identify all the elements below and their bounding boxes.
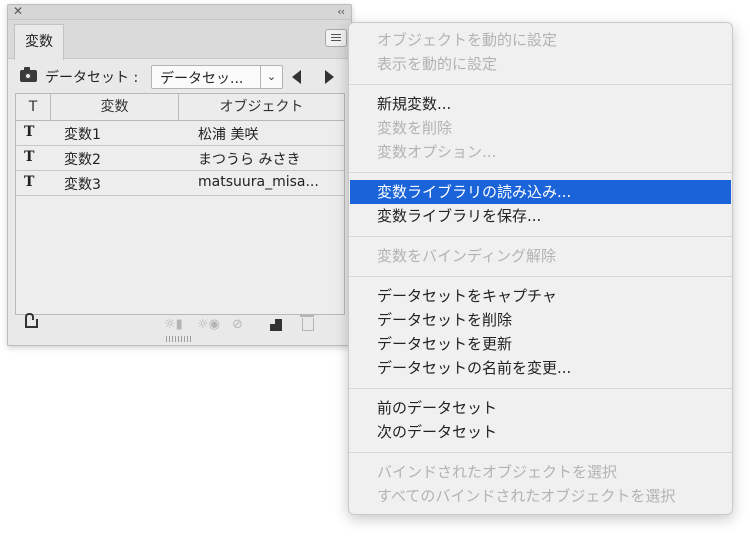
column-header-object[interactable]: オブジェクト — [179, 94, 344, 120]
menu-item-update-dataset[interactable]: データセットを更新 — [350, 332, 731, 356]
menu-item-make-object-dynamic[interactable]: オブジェクトを動的に設定 — [350, 28, 731, 52]
column-header-variable[interactable]: 変数 — [51, 94, 179, 120]
menu-item-delete-variable[interactable]: 変数を削除 — [350, 116, 731, 140]
menu-separator — [349, 84, 732, 85]
bound-object: matsuura_misa... — [198, 174, 319, 190]
table-row[interactable]: T 変数2 まつうら みさき — [16, 146, 344, 171]
tab-row: 変数 — [8, 20, 351, 60]
make-object-dynamic-icon[interactable]: ☼▮ — [164, 318, 183, 332]
dataset-select-value: データセッ... — [160, 71, 244, 87]
unlink-icon[interactable]: ⊘ — [232, 318, 243, 332]
column-header-type[interactable]: T — [16, 94, 51, 120]
bound-object: 松浦 美咲 — [198, 127, 259, 143]
menu-item-new-variable[interactable]: 新規変数... — [350, 92, 731, 116]
menu-separator — [349, 172, 732, 173]
text-type-icon: T — [24, 149, 35, 165]
tab-variables[interactable]: 変数 — [14, 24, 64, 60]
variables-panel: ✕ ‹‹ 変数 データセット : データセッ... ⌄ T 変数 オブジェクト … — [7, 4, 352, 346]
next-dataset-icon[interactable] — [325, 70, 334, 84]
menu-item-save-variable-library[interactable]: 変数ライブラリを保存... — [350, 204, 731, 228]
text-type-icon: T — [24, 124, 35, 140]
menu-item-previous-dataset[interactable]: 前のデータセット — [350, 396, 731, 420]
menu-item-load-variable-library[interactable]: 変数ライブラリの読み込み... — [350, 180, 731, 204]
menu-separator — [349, 276, 732, 277]
trash-icon[interactable] — [300, 315, 314, 331]
table-row[interactable]: T 変数3 matsuura_misa... — [16, 171, 344, 196]
variable-name: 変数1 — [64, 127, 101, 143]
variable-name: 変数2 — [64, 152, 101, 168]
menu-item-select-all-bound-objects[interactable]: すべてのバインドされたオブジェクトを選択 — [350, 484, 731, 508]
dataset-select[interactable]: データセッ... ⌄ — [151, 65, 283, 89]
dataset-label: データセット : — [45, 70, 139, 86]
menu-item-delete-dataset[interactable]: データセットを削除 — [350, 308, 731, 332]
collapse-icon[interactable]: ‹‹ — [337, 4, 345, 19]
panel-menu-button[interactable] — [325, 29, 347, 47]
close-icon[interactable]: ✕ — [13, 4, 23, 19]
menu-separator — [349, 388, 732, 389]
resize-grip[interactable] — [166, 336, 192, 342]
menu-separator — [349, 236, 732, 237]
text-type-icon: T — [24, 174, 35, 190]
panel-flyout-menu: オブジェクトを動的に設定 表示を動的に設定 新規変数... 変数を削除 変数オプ… — [348, 22, 733, 515]
menu-item-next-dataset[interactable]: 次のデータセット — [350, 420, 731, 444]
menu-item-variable-options[interactable]: 変数オプション... — [350, 140, 731, 164]
dataset-row: データセット : データセッ... ⌄ — [20, 65, 345, 89]
make-visibility-dynamic-icon[interactable]: ☼◉ — [197, 318, 220, 332]
unlock-icon[interactable] — [25, 313, 38, 328]
variables-table: T 変数 オブジェクト T 変数1 松浦 美咲 T 変数2 まつうら みさき T… — [15, 93, 345, 315]
menu-separator — [349, 452, 732, 453]
bound-object: まつうら みさき — [198, 152, 301, 168]
menu-item-capture-dataset[interactable]: データセットをキャプチャ — [350, 284, 731, 308]
panel-bottom-toolbar: ☼▮ ☼◉ ⊘ — [8, 313, 351, 336]
previous-dataset-icon[interactable] — [292, 70, 301, 84]
menu-item-make-visibility-dynamic[interactable]: 表示を動的に設定 — [350, 52, 731, 76]
camera-icon[interactable] — [20, 67, 37, 82]
new-variable-icon[interactable] — [270, 319, 282, 331]
variable-name: 変数3 — [64, 177, 101, 193]
panel-titlebar: ✕ ‹‹ — [8, 4, 351, 20]
chevron-down-icon[interactable]: ⌄ — [260, 66, 282, 88]
table-header: T 変数 オブジェクト — [16, 94, 344, 121]
table-row[interactable]: T 変数1 松浦 美咲 — [16, 121, 344, 146]
menu-item-rename-dataset[interactable]: データセットの名前を変更... — [350, 356, 731, 380]
menu-item-select-bound-object[interactable]: バインドされたオブジェクトを選択 — [350, 460, 731, 484]
menu-item-unbind-variable[interactable]: 変数をバインディング解除 — [350, 244, 731, 268]
